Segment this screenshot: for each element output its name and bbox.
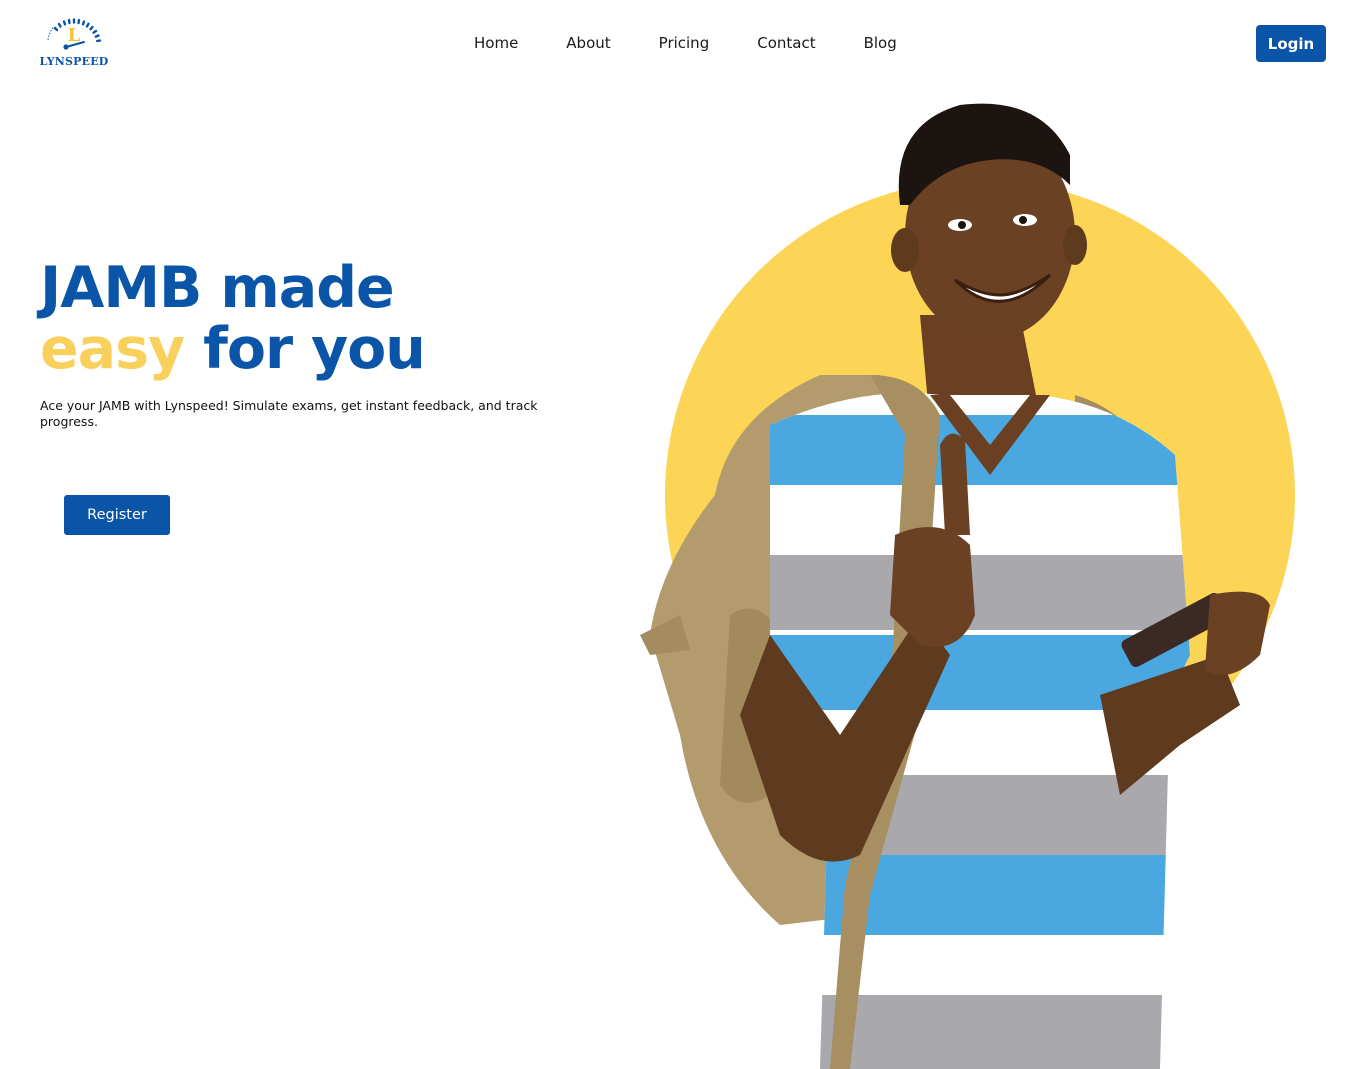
login-button[interactable]: Login — [1256, 25, 1326, 62]
nav-home[interactable]: Home — [474, 33, 518, 53]
register-button[interactable]: Register — [64, 495, 170, 535]
hero-subtitle: Ace your JAMB with Lynspeed! Simulate ex… — [40, 398, 538, 429]
student-thumbs-up-photo — [640, 103, 1295, 1069]
hero-title-accent: easy — [40, 316, 185, 382]
speedometer-icon: L — [47, 18, 102, 50]
brand-logo[interactable]: L LYNSPEED — [38, 14, 110, 72]
site-header: L LYNSPEED Home About Pricing Contact Bl… — [0, 0, 1366, 86]
logo-letter: L — [68, 25, 81, 46]
hero-title-line2: for you — [184, 316, 426, 382]
hero-title-line1: JAMB made — [40, 255, 395, 321]
main-nav: Home About Pricing Contact Blog — [474, 33, 897, 53]
hero-image — [620, 95, 1320, 1069]
hero-title: JAMB made easy for you — [40, 255, 426, 382]
nav-contact[interactable]: Contact — [757, 33, 815, 53]
nav-blog[interactable]: Blog — [864, 33, 897, 53]
nav-about[interactable]: About — [566, 33, 610, 53]
logo-wordmark: LYNSPEED — [39, 55, 109, 68]
nav-pricing[interactable]: Pricing — [659, 33, 710, 53]
landing-page: L LYNSPEED Home About Pricing Contact Bl… — [0, 0, 1366, 1069]
